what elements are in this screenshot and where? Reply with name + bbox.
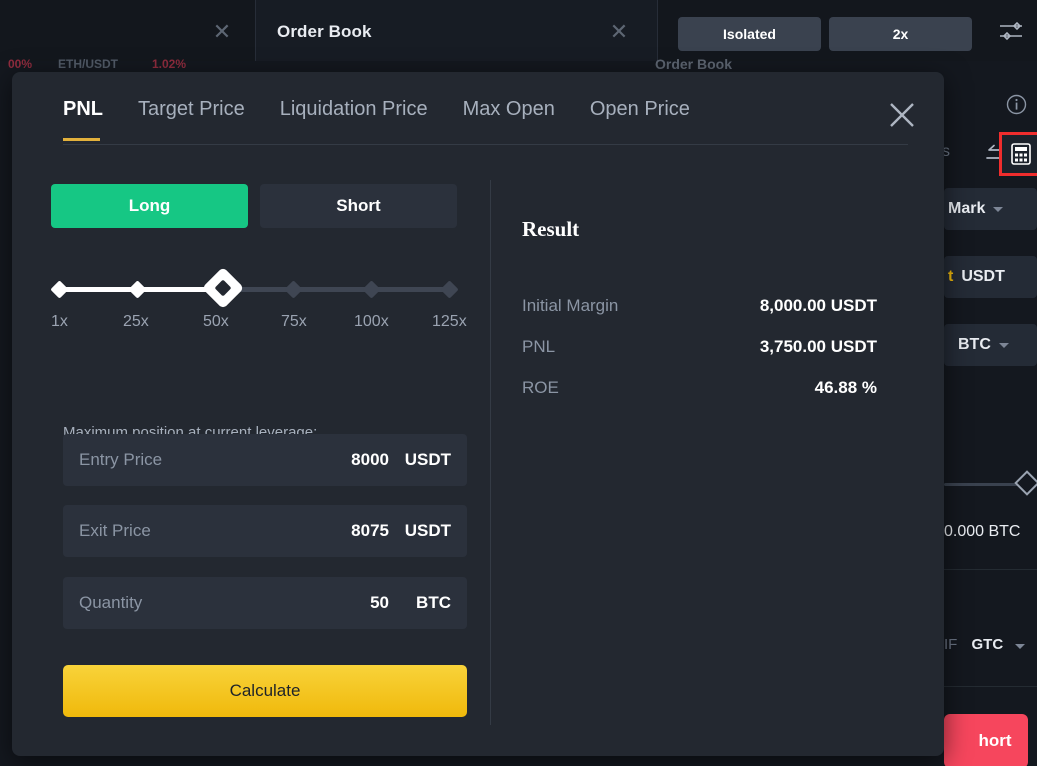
quantity-value: 50 <box>370 593 389 613</box>
entry-price-unit: USDT <box>399 450 451 470</box>
calculator-tabs: PNL Target Price Liquidation Price Max O… <box>63 98 725 125</box>
chevron-down-icon <box>993 207 1003 212</box>
amount-slider-track[interactable] <box>944 483 1024 486</box>
calculator-modal: PNL Target Price Liquidation Price Max O… <box>12 72 944 756</box>
entry-price-placeholder: Entry Price <box>79 450 351 470</box>
bg-faint-symbol: ETH/USDT <box>58 57 118 71</box>
column-divider <box>490 180 491 725</box>
leverage-tick-125x[interactable] <box>440 280 458 298</box>
screen-root: ✕ Order Book ✕ Isolated 2x 00% ETH/USDT … <box>0 0 1037 766</box>
entry-price-value: 8000 <box>351 450 389 470</box>
exit-price-input[interactable]: Exit Price 8075 USDT <box>63 505 467 557</box>
margin-mode-button[interactable]: Isolated <box>678 17 821 51</box>
chevron-down-icon <box>999 343 1009 348</box>
tab-pnl[interactable]: PNL <box>63 98 103 125</box>
tif-label: IF <box>944 636 957 653</box>
tab-max-open[interactable]: Max Open <box>463 98 555 125</box>
short-button[interactable]: Short <box>260 184 457 228</box>
leverage-label-25x: 25x <box>123 313 149 331</box>
exit-price-value: 8075 <box>351 521 389 541</box>
side-toggle: Long Short <box>51 184 457 228</box>
amount-unit-value: BTC <box>958 336 991 354</box>
calculator-icon <box>1011 143 1031 165</box>
price-type-select[interactable]: Mark <box>944 188 1037 230</box>
result-row-pnl: PNL 3,750.00 USDT <box>522 337 877 359</box>
sliders-icon[interactable] <box>998 20 1024 42</box>
quantity-input[interactable]: Quantity 50 BTC <box>63 577 467 629</box>
leverage-tick-25x[interactable] <box>128 280 146 298</box>
price-type-value: Mark <box>948 200 985 218</box>
amount-unit-select[interactable]: BTC <box>944 324 1037 366</box>
roe-label: ROE <box>522 378 559 398</box>
price-input-partial: t <box>948 268 953 286</box>
price-input[interactable]: t USDT <box>944 256 1037 298</box>
initial-margin-value: 8,000.00 USDT <box>760 296 877 316</box>
rail-divider-1 <box>944 569 1037 570</box>
exit-price-placeholder: Exit Price <box>79 521 351 541</box>
order-entry-rail: s Mark t USDT BTC 0.000 BTC IF GTC hort … <box>944 61 1037 766</box>
info-icon[interactable] <box>1006 94 1027 115</box>
modal-close-icon[interactable] <box>885 98 919 132</box>
rail-divider-2 <box>944 686 1037 687</box>
quantity-placeholder: Quantity <box>79 593 370 613</box>
leverage-label-100x: 100x <box>354 313 389 331</box>
calculator-button[interactable] <box>999 132 1037 176</box>
roe-value: 46.88 % <box>815 378 877 398</box>
sell-short-button[interactable]: hort <box>944 714 1028 766</box>
order-book-tab-title: Order Book <box>277 22 372 42</box>
pnl-value: 3,750.00 USDT <box>760 337 877 357</box>
bg-faint-orderbook: Order Book <box>655 56 732 72</box>
price-unit: USDT <box>961 268 1005 286</box>
leverage-label-125x: 125x <box>432 313 467 331</box>
leverage-tick-75x[interactable] <box>284 280 302 298</box>
bg-faint-percent: 1.02% <box>152 57 186 71</box>
leverage-handle[interactable] <box>202 267 244 309</box>
leverage-label-50x: 50x <box>203 313 229 331</box>
leverage-label-1x: 1x <box>51 313 68 331</box>
left-panel-close-icon[interactable]: ✕ <box>209 19 235 45</box>
pnl-label: PNL <box>522 337 555 357</box>
tif-row[interactable]: IF GTC <box>944 636 1025 653</box>
order-book-close-icon[interactable]: ✕ <box>606 19 632 45</box>
entry-price-input[interactable]: Entry Price 8000 USDT <box>63 434 467 486</box>
quantity-unit: BTC <box>399 593 451 613</box>
leverage-tick-100x[interactable] <box>362 280 380 298</box>
result-row-roe: ROE 46.88 % <box>522 378 877 400</box>
leverage-label-75x: 75x <box>281 313 307 331</box>
amount-slider-handle[interactable] <box>1014 470 1037 495</box>
result-title: Result <box>522 217 579 242</box>
tab-liquidation-price[interactable]: Liquidation Price <box>280 98 428 125</box>
leverage-tick-1x[interactable] <box>50 280 68 298</box>
initial-margin-label: Initial Margin <box>522 296 618 316</box>
result-row-initial-margin: Initial Margin 8,000.00 USDT <box>522 296 877 318</box>
tabs-divider <box>63 144 908 145</box>
leverage-button[interactable]: 2x <box>829 17 972 51</box>
bg-faint-change: 00% <box>8 57 32 71</box>
chevron-down-icon <box>1015 644 1025 649</box>
tab-open-price[interactable]: Open Price <box>590 98 690 125</box>
amount-available: 0.000 BTC <box>944 523 1020 541</box>
tif-value: GTC <box>972 636 1004 653</box>
long-button[interactable]: Long <box>51 184 248 228</box>
calculate-button[interactable]: Calculate <box>63 665 467 717</box>
exit-price-unit: USDT <box>399 521 451 541</box>
tab-target-price[interactable]: Target Price <box>138 98 245 125</box>
